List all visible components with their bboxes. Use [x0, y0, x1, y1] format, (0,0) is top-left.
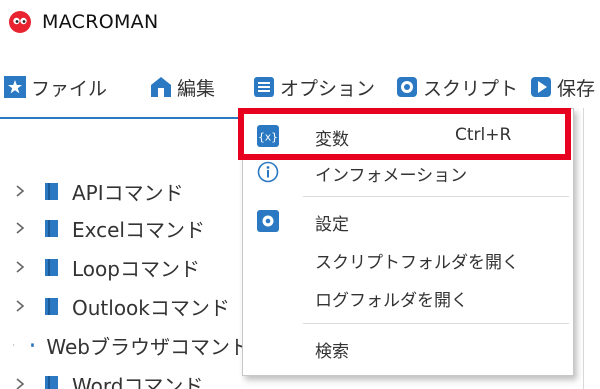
tree-item[interactable]: Outlookコマンド — [0, 289, 250, 323]
settings-icon — [257, 210, 279, 232]
menu-file-label: ファイル — [31, 77, 108, 100]
menu-edit-label: 編集 — [177, 77, 216, 100]
book-icon — [45, 298, 58, 315]
menu-item-label: 設定 — [315, 215, 349, 235]
menu-save[interactable]: 保存 — [530, 72, 595, 102]
menu-options[interactable]: オプション — [253, 72, 375, 102]
book-icon — [45, 220, 58, 237]
highlight-annotation — [238, 108, 571, 160]
home-icon — [151, 77, 171, 97]
chevron-right-icon[interactable] — [12, 259, 28, 275]
menu-edit[interactable]: 編集 — [150, 72, 215, 102]
tree-item-label: Outlookコマンド — [72, 295, 230, 320]
menu-save-label: 保存 — [557, 77, 596, 100]
tree-item[interactable]: Excelコマンド — [0, 211, 250, 245]
menu-script[interactable]: スクリプト — [396, 72, 518, 102]
play-icon — [531, 77, 551, 97]
tree-item-label: Loopコマンド — [72, 256, 200, 281]
book-icon — [45, 259, 58, 276]
book-icon — [31, 343, 34, 347]
tree-item[interactable]: Wordコマンド — [0, 367, 250, 389]
chevron-right-icon[interactable] — [12, 183, 28, 199]
menu-separator — [303, 196, 569, 197]
panel-right-border — [583, 108, 584, 389]
panel-divider — [0, 117, 250, 119]
menu-script-label: スクリプト — [423, 77, 519, 100]
menu-item-label: ログフォルダを開く — [315, 291, 468, 311]
tree-item[interactable]: APIコマンド — [0, 174, 250, 208]
chevron-right-icon[interactable] — [12, 337, 15, 353]
menu-item-open-script-folder[interactable]: スクリプトフォルダを開く — [243, 241, 573, 277]
menu-separator — [303, 323, 569, 324]
menu-item-settings[interactable]: 設定 — [243, 203, 573, 239]
menu-bar: ファイル 編集 オプション スクリプト 保存 — [0, 66, 600, 108]
menu-file[interactable]: ファイル — [4, 72, 107, 102]
info-icon — [257, 161, 279, 183]
menu-options-label: オプション — [280, 77, 376, 100]
book-icon — [45, 183, 58, 200]
menu-item-open-log-folder[interactable]: ログフォルダを開く — [243, 279, 573, 315]
chevron-right-icon[interactable] — [12, 220, 28, 236]
tree-item[interactable]: Loopコマンド — [0, 250, 250, 284]
app-title: MACROMAN — [42, 11, 159, 33]
book-icon — [45, 376, 58, 389]
menu-item-label: 検索 — [315, 342, 349, 362]
record-icon — [397, 77, 417, 97]
title-bar: MACROMAN — [0, 0, 600, 44]
menu-item-search[interactable]: 検索 — [243, 330, 573, 366]
tree-item[interactable]: Webブラウザコマンド — [0, 328, 250, 362]
menu-item-label: スクリプトフォルダを開く — [315, 253, 519, 273]
chevron-right-icon[interactable] — [12, 298, 28, 314]
tree-item-label: APIコマンド — [72, 180, 184, 205]
star-icon — [4, 76, 26, 98]
tree-item-label: Wordコマンド — [72, 373, 204, 389]
menu-item-label: インフォメーション — [315, 166, 468, 186]
chevron-right-icon[interactable] — [12, 376, 28, 389]
tree-item-label: Webブラウザコマンド — [46, 334, 250, 359]
tree-item-label: Excelコマンド — [72, 217, 205, 242]
list-icon — [254, 77, 274, 97]
command-tree: APIコマンド Excelコマンド Loopコマンド Outlookコマンド W… — [0, 170, 250, 389]
macroman-logo-icon — [9, 11, 31, 33]
